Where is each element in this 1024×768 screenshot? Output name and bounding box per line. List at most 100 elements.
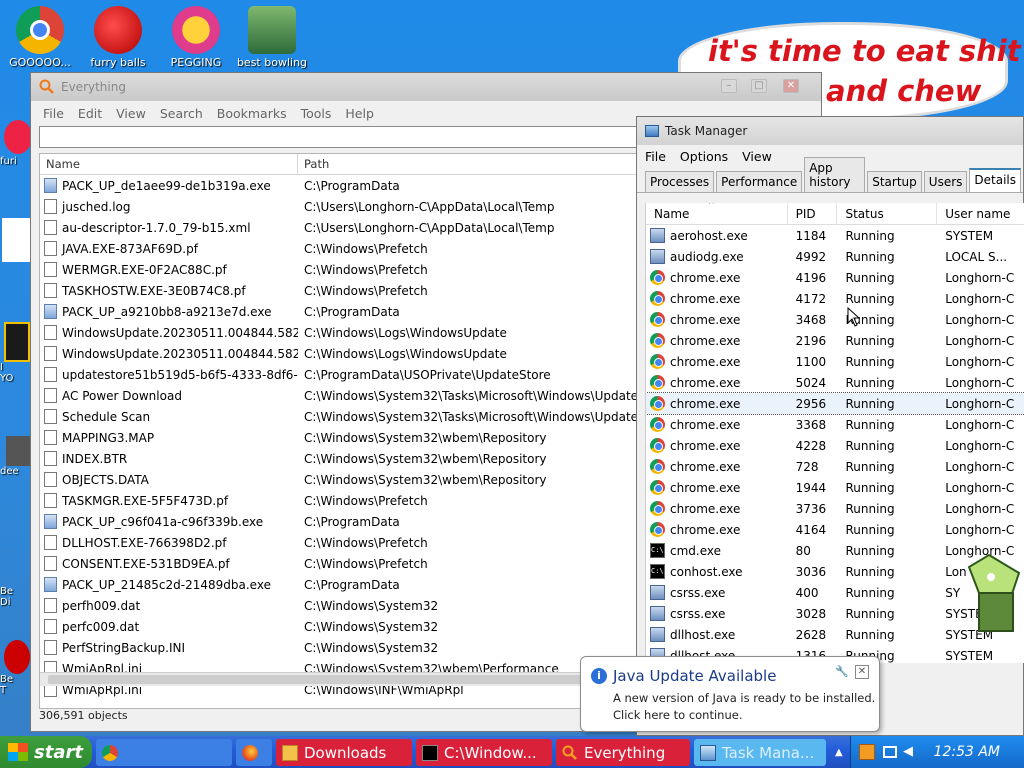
menu-help[interactable]: Help (345, 106, 374, 121)
process-name: dllhost.exe (670, 627, 736, 642)
result-name-cell: MAPPING3.MAP (40, 430, 298, 445)
desktop-icon-pegging[interactable]: PEGGING (158, 6, 234, 69)
taskbar-button-downloads[interactable]: Downloads (276, 739, 412, 766)
process-row[interactable]: audiodg.exe 4992 Running LOCAL S... (646, 246, 1024, 267)
desktop-side-icon[interactable]: Be Di (0, 586, 34, 620)
menu-tools[interactable]: Tools (301, 106, 332, 121)
taskbar-button-everything[interactable]: Everything (556, 739, 690, 766)
menu-search[interactable]: Search (160, 106, 203, 121)
desktop-side-icon[interactable]: furi (0, 120, 34, 180)
column-header-user[interactable]: User name (937, 203, 1024, 224)
column-header-status[interactable]: Status (837, 203, 938, 224)
column-header-name[interactable]: Name (40, 154, 298, 174)
taskbar-button-chrome[interactable] (96, 739, 232, 766)
desktop-icon-label: T (0, 685, 7, 696)
menu-options[interactable]: Options (680, 149, 728, 164)
process-row[interactable]: chrome.exe 3736 Running Longhorn-C (646, 498, 1024, 519)
menu-edit[interactable]: Edit (78, 106, 102, 121)
desktop-icon-furry-balls[interactable]: furry balls (80, 6, 156, 69)
app-icon (4, 120, 32, 154)
desktop-side-icon[interactable]: I YO (0, 322, 34, 412)
process-row[interactable]: chrome.exe 3368 Running Longhorn-C (646, 414, 1024, 435)
close-button[interactable]: ✕ (783, 79, 799, 93)
process-status: Running (845, 522, 895, 537)
desktop-icon-best-bowling[interactable]: best bowling (234, 6, 310, 69)
result-name: WindowsUpdate.20230511.004844.582.1.... (62, 325, 298, 340)
menu-bookmarks[interactable]: Bookmarks (217, 106, 287, 121)
menu-view[interactable]: View (116, 106, 146, 121)
process-row[interactable]: chrome.exe 5024 Running Longhorn-C (646, 372, 1024, 393)
menu-view[interactable]: View (742, 149, 772, 164)
result-name: WERMGR.EXE-0F2AC88C.pf (62, 262, 227, 277)
process-row[interactable]: chrome.exe 4164 Running Longhorn-C (646, 519, 1024, 540)
desktop-side-icon[interactable] (0, 218, 34, 278)
process-icon (650, 585, 665, 600)
java-update-notification[interactable]: i Java Update Available A new version of… (580, 656, 880, 732)
desktop-side-icon[interactable]: dee (0, 436, 34, 496)
clock[interactable]: 12:53 AM (934, 744, 1000, 760)
result-name: TASKHOSTW.EXE-3E0B74C8.pf (62, 283, 246, 298)
process-status: Running (845, 438, 895, 453)
process-pid: 3736 (795, 501, 827, 516)
file-icon (44, 556, 57, 571)
chrome-icon (650, 333, 665, 348)
process-row[interactable]: chrome.exe 4228 Running Longhorn-C (646, 435, 1024, 456)
process-status: Running (845, 543, 895, 558)
tab-details[interactable]: Details (969, 168, 1021, 192)
tab-users[interactable]: Users (923, 171, 968, 192)
scrollbar-thumb[interactable] (48, 675, 608, 684)
result-name-cell: jusched.log (40, 199, 298, 214)
process-row[interactable]: chrome.exe 2956 Running Longhorn-C (646, 392, 1024, 415)
network-icon[interactable] (883, 746, 897, 758)
start-button[interactable]: start (0, 736, 92, 768)
notification-link[interactable]: Click here to continue. (613, 707, 875, 724)
volume-icon[interactable]: ◀ (903, 745, 917, 759)
menu-file[interactable]: File (43, 106, 64, 121)
process-pid: 4228 (795, 438, 827, 453)
taskbar-button-taskmanager[interactable]: Task Mana... (694, 739, 826, 766)
result-name-cell: Schedule Scan (40, 409, 298, 424)
process-row[interactable]: chrome.exe 728 Running Longhorn-C (646, 456, 1024, 477)
close-icon[interactable]: ✕ (855, 665, 869, 679)
everything-titlebar[interactable]: Everything – □ ✕ (31, 73, 821, 101)
process-row[interactable]: chrome.exe 4196 Running Longhorn-C (646, 267, 1024, 288)
process-row[interactable]: chrome.exe 2196 Running Longhorn-C (646, 330, 1024, 351)
process-user: Longhorn-C (945, 438, 1015, 453)
process-row[interactable]: aerohost.exe 1184 Running SYSTEM (646, 225, 1024, 246)
column-header-name[interactable]: Name ^ (646, 203, 788, 224)
tab-startup[interactable]: Startup (867, 171, 922, 192)
maximize-button[interactable]: □ (751, 79, 767, 93)
column-header-pid[interactable]: PID (788, 203, 838, 224)
tab-processes[interactable]: Processes (645, 171, 715, 192)
minimize-button[interactable]: – (721, 79, 737, 93)
result-name-cell: INDEX.BTR (40, 451, 298, 466)
tab-app-history[interactable]: App history (804, 157, 866, 192)
tab-performance[interactable]: Performance (716, 171, 803, 192)
result-name: perfh009.dat (62, 598, 141, 613)
process-name-cell: dllhost.exe (646, 627, 788, 642)
java-update-icon[interactable] (859, 744, 875, 760)
file-icon (44, 619, 57, 634)
search-icon (39, 79, 54, 94)
process-row[interactable]: chrome.exe 1100 Running Longhorn-C (646, 351, 1024, 372)
process-row[interactable]: chrome.exe 1944 Running Longhorn-C (646, 477, 1024, 498)
process-row[interactable]: chrome.exe 3468 Running Longhorn-C (646, 309, 1024, 330)
taskmanager-window[interactable]: Task Manager File Options View Processes… (636, 116, 1024, 736)
desktop-icon-label: Be (0, 674, 14, 685)
pin-icon[interactable]: 🔧 (835, 665, 849, 678)
process-row[interactable]: chrome.exe 4172 Running Longhorn-C (646, 288, 1024, 309)
taskbar-button-cmd[interactable]: C:\Window... (416, 739, 552, 766)
show-hidden-icons-arrow-icon[interactable]: ▲ (835, 747, 843, 758)
process-name: chrome.exe (670, 522, 741, 537)
menu-file[interactable]: File (645, 149, 666, 164)
taskbar-button-firefox[interactable] (236, 739, 272, 766)
desktop-side-icon[interactable]: Be T (0, 640, 34, 724)
process-name: chrome.exe (670, 312, 741, 327)
desktop-icon-chrome[interactable]: GOOOOO... (2, 6, 78, 69)
result-name: CONSENT.EXE-531BD9EA.pf (62, 556, 230, 571)
desktop-icon-label: PEGGING (170, 56, 222, 69)
taskmanager-titlebar[interactable]: Task Manager (637, 117, 1023, 145)
chrome-icon (16, 6, 64, 54)
result-name-cell: TASKHOSTW.EXE-3E0B74C8.pf (40, 283, 298, 298)
result-name-cell: OBJECTS.DATA (40, 472, 298, 487)
